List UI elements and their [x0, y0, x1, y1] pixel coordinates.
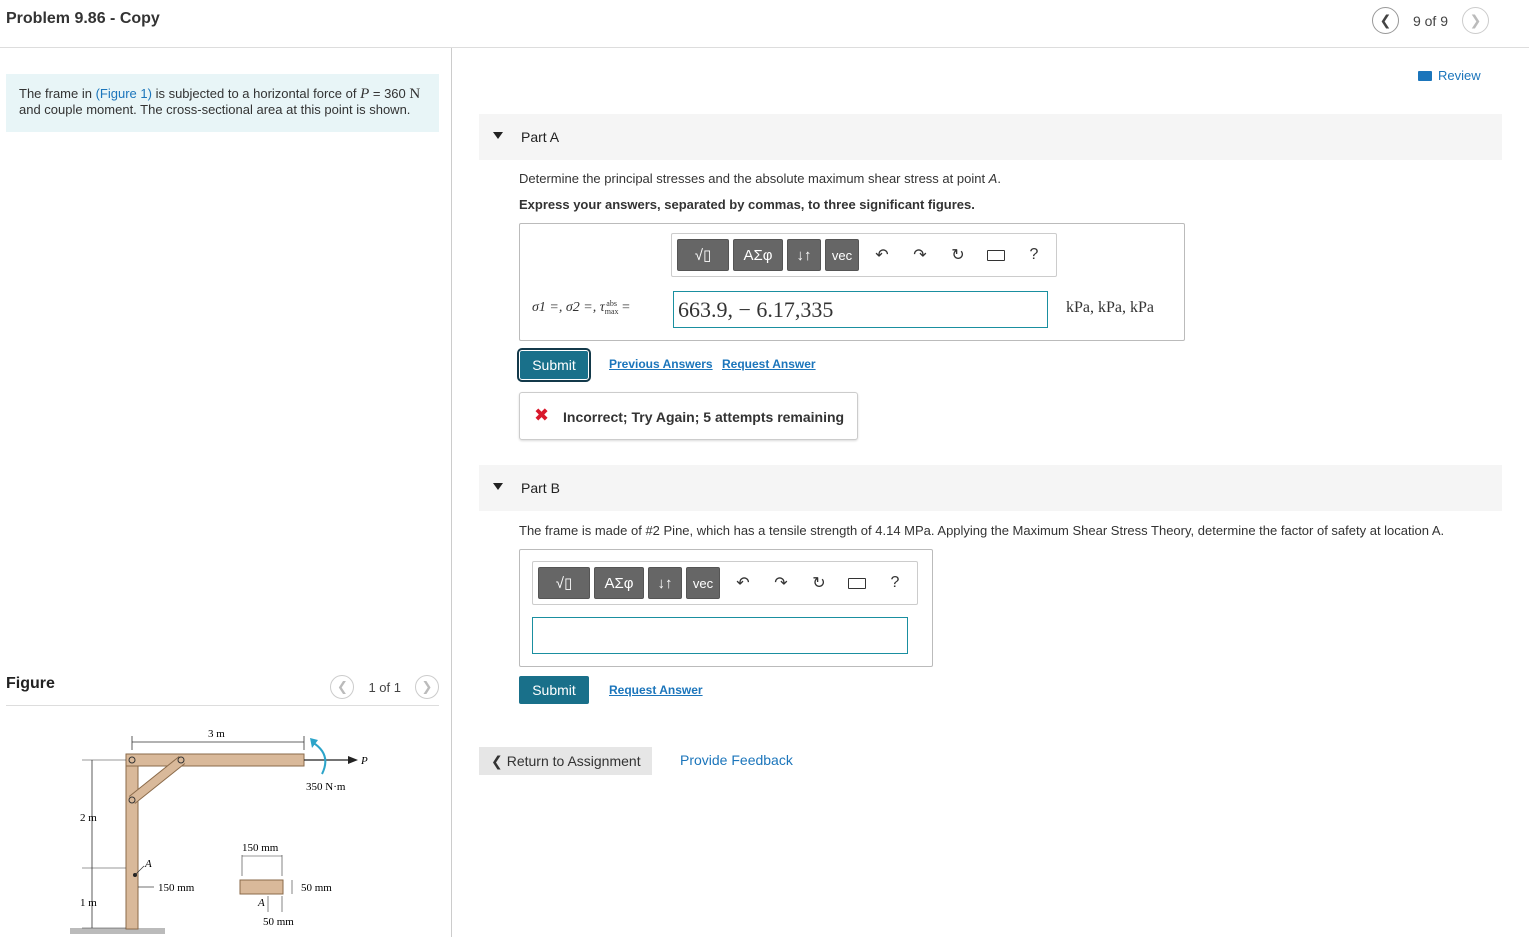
part-a-instruction: Express your answers, separated by comma…	[519, 197, 975, 212]
book-icon	[1418, 70, 1432, 81]
span-label: 3 m	[208, 728, 225, 740]
part-b-question: The frame is made of #2 Pine, which has …	[519, 523, 1445, 538]
arrows-button[interactable]: ↓↑	[648, 567, 682, 599]
part-a-feedback: ✖ Incorrect; Try Again; 5 attempts remai…	[519, 392, 858, 440]
moment-label: 350 N·m	[306, 781, 346, 793]
chevron-left-icon: ❮	[491, 752, 503, 769]
arrows-button[interactable]: ↓↑	[787, 239, 821, 271]
section-height-label: 50 mm	[301, 882, 332, 894]
force-label: P	[360, 755, 368, 767]
greek-button[interactable]: ΑΣφ	[733, 239, 783, 271]
height-1m-label: 1 m	[80, 897, 97, 909]
part-a-header[interactable]: Part A	[479, 114, 1502, 160]
part-a-title: Part A	[521, 129, 560, 145]
point-a-label: A	[144, 858, 152, 870]
part-b-title: Part B	[521, 480, 560, 496]
figure-title: Figure	[6, 675, 55, 692]
part-b-toolbar: √▯ ΑΣφ ↓↑ vec ↶ ↷ ↻ ?	[532, 561, 918, 605]
previous-answers-link[interactable]: Previous Answers	[609, 357, 713, 371]
part-b-request-answer-link[interactable]: Request Answer	[609, 683, 703, 697]
part-a-answer-input[interactable]: 663.9, − 6.17,335	[673, 291, 1048, 328]
greek-button[interactable]: ΑΣφ	[594, 567, 644, 599]
problem-title: Problem 9.86 - Copy	[6, 10, 160, 27]
part-b-answer-input[interactable]	[532, 617, 908, 654]
chevron-right-icon: ❯	[421, 679, 433, 694]
keyboard-icon[interactable]	[838, 567, 876, 599]
problem-pager: ❮ 9 of 9 ❯	[1371, 7, 1489, 34]
part-a-units: kPa, kPa, kPa	[1066, 299, 1154, 316]
header-bar: Problem 9.86 - Copy ❮ 9 of 9 ❯	[0, 0, 1529, 48]
section-width-label: 150 mm	[242, 842, 279, 854]
undo-icon[interactable]: ↶	[724, 567, 762, 599]
review-link[interactable]: Review	[1418, 68, 1481, 83]
help-icon[interactable]: ?	[1015, 239, 1053, 271]
frame-beam	[125, 753, 305, 767]
ground	[70, 928, 165, 934]
part-a-variable-label: σ1 =, σ2 =, τ abs max =	[532, 299, 630, 316]
templates-button[interactable]: √▯	[677, 239, 729, 271]
prev-problem-button[interactable]: ❮	[1371, 7, 1399, 34]
problem-statement: The frame in (Figure 1) is subjected to …	[6, 74, 439, 132]
part-a-question: Determine the principal stresses and the…	[519, 171, 1001, 186]
section-offset-label: 50 mm	[263, 916, 294, 928]
frame-post	[125, 753, 139, 930]
cross-section	[239, 879, 284, 895]
pager-text: 9 of 9	[1412, 12, 1448, 29]
help-icon[interactable]: ?	[876, 567, 914, 599]
redo-icon[interactable]: ↷	[762, 567, 800, 599]
undo-icon[interactable]: ↶	[863, 239, 901, 271]
collapse-icon	[493, 483, 503, 490]
chevron-left-icon: ❮	[1379, 12, 1392, 28]
part-a-request-answer-link[interactable]: Request Answer	[722, 357, 816, 371]
height-2m-label: 2 m	[80, 812, 97, 824]
part-b-submit-button[interactable]: Submit	[519, 676, 589, 704]
part-b-header[interactable]: Part B	[479, 465, 1502, 511]
part-b-answer-box: √▯ ΑΣφ ↓↑ vec ↶ ↷ ↻ ?	[519, 549, 933, 667]
moment-arc	[311, 741, 327, 775]
reset-icon[interactable]: ↻	[939, 239, 977, 271]
chevron-right-icon: ❯	[1469, 12, 1482, 28]
next-problem-button[interactable]: ❯	[1462, 7, 1489, 34]
part-a-answer-box: √▯ ΑΣφ ↓↑ vec ↶ ↷ ↻ ? σ1 =, σ2 =, τ abs ma…	[519, 223, 1185, 341]
incorrect-icon: ✖	[534, 405, 550, 425]
collapse-icon	[493, 132, 503, 139]
part-a-submit-button[interactable]: Submit	[517, 348, 591, 382]
vec-button[interactable]: vec	[686, 567, 720, 599]
keyboard-icon[interactable]	[977, 239, 1015, 271]
figure-next-button[interactable]: ❯	[415, 675, 439, 699]
templates-button[interactable]: √▯	[538, 567, 590, 599]
redo-icon[interactable]: ↷	[901, 239, 939, 271]
provide-feedback-link[interactable]: Provide Feedback	[680, 752, 793, 768]
figure-link[interactable]: (Figure 1)	[96, 86, 152, 101]
part-a-toolbar: √▯ ΑΣφ ↓↑ vec ↶ ↷ ↻ ?	[671, 233, 1057, 277]
frame-figure: 3 m P 350 N·m 2 m 1 m A 150 mm 150 mm 50…	[70, 728, 368, 934]
section-point-a-label: A	[257, 897, 265, 909]
return-to-assignment-button[interactable]: ❮ Return to Assignment	[479, 747, 652, 775]
vec-button[interactable]: vec	[825, 239, 859, 271]
dist-label: 150 mm	[158, 882, 195, 894]
reset-icon[interactable]: ↻	[800, 567, 838, 599]
